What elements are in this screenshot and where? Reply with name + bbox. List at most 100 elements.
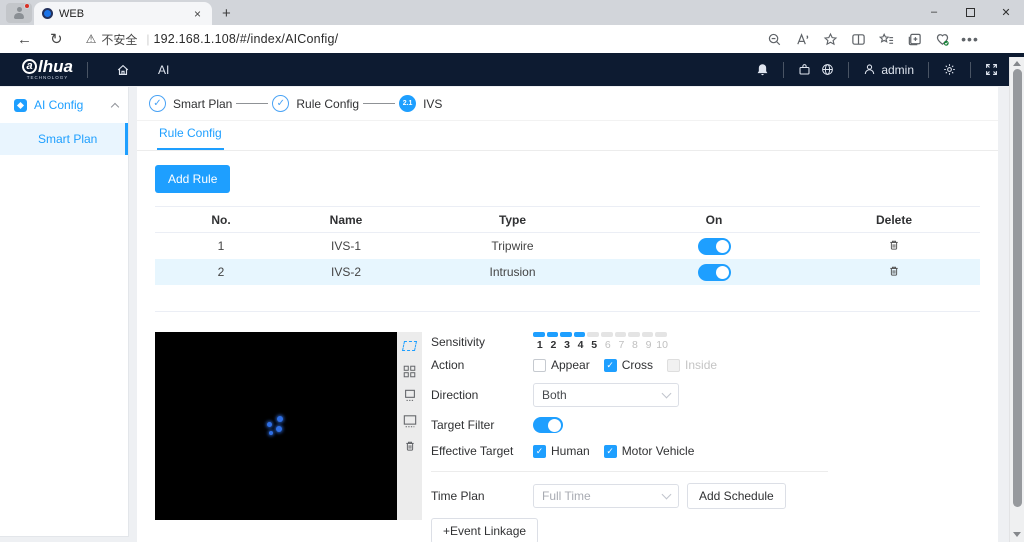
sidebar-item-smart-plan[interactable]: Smart Plan [0, 123, 128, 155]
collections-icon[interactable] [902, 27, 926, 51]
home-button[interactable] [102, 53, 144, 86]
clear-drawing-icon[interactable] [403, 439, 417, 453]
chevron-down-icon [662, 490, 672, 500]
sidebar: AI Config Smart Plan [0, 87, 129, 537]
maximize-icon [966, 8, 975, 17]
window-maximize-button[interactable] [952, 0, 988, 24]
browser-menu-icon[interactable]: ••• [958, 27, 982, 51]
tab-close-icon[interactable]: × [191, 7, 204, 21]
time-plan-label: Time Plan [431, 489, 533, 503]
scrollbar-thumb[interactable] [1013, 69, 1022, 507]
step-ivs[interactable]: 2.1 IVS [399, 95, 446, 112]
window-close-button[interactable]: ✕ [988, 0, 1024, 24]
rule-on-toggle[interactable] [698, 264, 731, 281]
username-label: admin [881, 63, 914, 77]
checkbox-inside: Inside [667, 358, 717, 372]
browser-profile-button[interactable] [6, 3, 32, 23]
table-row[interactable]: 1 IVS-1 Tripwire [155, 233, 980, 259]
checkbox-cross[interactable]: ✓ Cross [604, 358, 653, 372]
network-globe-icon[interactable] [821, 63, 834, 76]
step-rule-config[interactable]: ✓ Rule Config [272, 95, 363, 112]
read-aloud-icon[interactable] [790, 27, 814, 51]
action-label: Action [431, 358, 533, 372]
step-done-check-icon: ✓ [149, 95, 166, 112]
alarm-bell-icon[interactable] [756, 63, 769, 76]
delete-rule-icon[interactable] [808, 239, 980, 254]
checkbox-human[interactable]: ✓ Human [533, 444, 590, 458]
step-done-check-icon: ✓ [272, 95, 289, 112]
draw-rule-icon[interactable] [403, 339, 417, 353]
not-secure-label: 不安全 [101, 31, 137, 48]
app-navbar: alhua TECHNOLOGY AI admin [0, 53, 1024, 86]
checkbox-icon [533, 359, 546, 372]
add-schedule-button[interactable]: Add Schedule [687, 483, 786, 509]
target-filter-label: Target Filter [431, 418, 533, 432]
profile-avatar-icon [13, 7, 25, 19]
delete-rule-icon[interactable] [808, 265, 980, 280]
content-tabs: Rule Config [137, 121, 998, 151]
not-secure-warning-icon: ⚠ [86, 32, 97, 46]
home-icon [116, 63, 130, 77]
site-favicon [42, 8, 53, 19]
effective-target-label: Effective Target [431, 444, 533, 458]
section-divider [431, 471, 828, 472]
step-current-badge: 2.1 [399, 95, 416, 112]
dahua-logo: alhua TECHNOLOGY [22, 58, 73, 81]
sensitivity-slider[interactable]: 1 2 3 4 5 6 7 8 9 10 [533, 332, 669, 351]
scroll-down-arrow-icon[interactable] [1010, 528, 1024, 541]
zoom-out-icon[interactable] [762, 27, 786, 51]
video-overlay-dots [267, 416, 291, 438]
add-rule-button[interactable]: Add Rule [155, 165, 230, 193]
browser-essentials-icon[interactable] [930, 27, 954, 51]
sidebar-group-ai-config[interactable]: AI Config [0, 87, 128, 123]
ai-config-icon [14, 99, 27, 112]
browser-tab-strip: WEB × + – ✕ [0, 0, 1024, 25]
checkbox-checked-icon: ✓ [533, 445, 546, 458]
tab-rule-config[interactable]: Rule Config [157, 126, 224, 150]
refresh-button[interactable]: ↻ [41, 30, 72, 48]
step-smart-plan[interactable]: ✓ Smart Plan [149, 95, 236, 112]
checkbox-appear[interactable]: Appear [533, 358, 590, 372]
video-preview[interactable] [155, 332, 397, 520]
checkbox-disabled-icon [667, 359, 680, 372]
config-steps: ✓ Smart Plan ✓ Rule Config 2.1 IVS [137, 87, 998, 121]
security-icon[interactable] [798, 63, 811, 76]
menu-item-ai[interactable]: AI [144, 53, 183, 86]
min-size-icon[interactable] [403, 389, 417, 403]
address-separator: | [146, 32, 149, 46]
sensitivity-label: Sensitivity [431, 335, 533, 349]
split-screen-icon[interactable] [846, 27, 870, 51]
site-security-info[interactable]: ⚠ 不安全 | [86, 31, 154, 48]
settings-gear-icon[interactable] [943, 63, 956, 76]
rule-properties-panel: Sensitivity 1 2 3 4 5 6 [431, 332, 828, 542]
user-icon [863, 63, 876, 76]
table-row[interactable]: 2 IVS-2 Intrusion [155, 259, 980, 285]
checkbox-motor-vehicle[interactable]: ✓ Motor Vehicle [604, 444, 695, 458]
url-input[interactable]: 192.168.1.108/#/index/AIConfig/ [153, 32, 338, 46]
direction-label: Direction [431, 388, 533, 402]
favorites-bar-icon[interactable] [874, 27, 898, 51]
rule-on-toggle[interactable] [698, 238, 731, 255]
profile-notification-dot [24, 3, 30, 9]
back-button[interactable]: ← [8, 31, 41, 48]
time-plan-select[interactable]: Full Time [533, 484, 679, 508]
drawing-toolbar [397, 332, 422, 520]
max-size-icon[interactable] [403, 414, 417, 428]
window-minimize-button[interactable]: – [916, 0, 952, 24]
chevron-down-icon [662, 389, 672, 399]
user-menu[interactable]: admin [863, 63, 914, 77]
new-tab-button[interactable]: + [212, 5, 241, 25]
pixel-grid-icon[interactable] [403, 364, 417, 378]
event-linkage-button[interactable]: +Event Linkage [431, 518, 538, 542]
checkbox-checked-icon: ✓ [604, 445, 617, 458]
tab-title: WEB [59, 8, 185, 20]
target-filter-toggle[interactable] [533, 417, 563, 433]
favorite-star-icon[interactable] [818, 27, 842, 51]
fullscreen-icon[interactable] [985, 63, 998, 76]
main-content: ✓ Smart Plan ✓ Rule Config 2.1 IVS Rule … [137, 87, 998, 542]
page-scrollbar[interactable] [1009, 57, 1024, 542]
direction-select[interactable]: Both [533, 383, 679, 407]
table-header: No. Name Type On Delete [155, 206, 980, 233]
browser-tab[interactable]: WEB × [34, 2, 212, 25]
chevron-up-icon [111, 102, 119, 110]
